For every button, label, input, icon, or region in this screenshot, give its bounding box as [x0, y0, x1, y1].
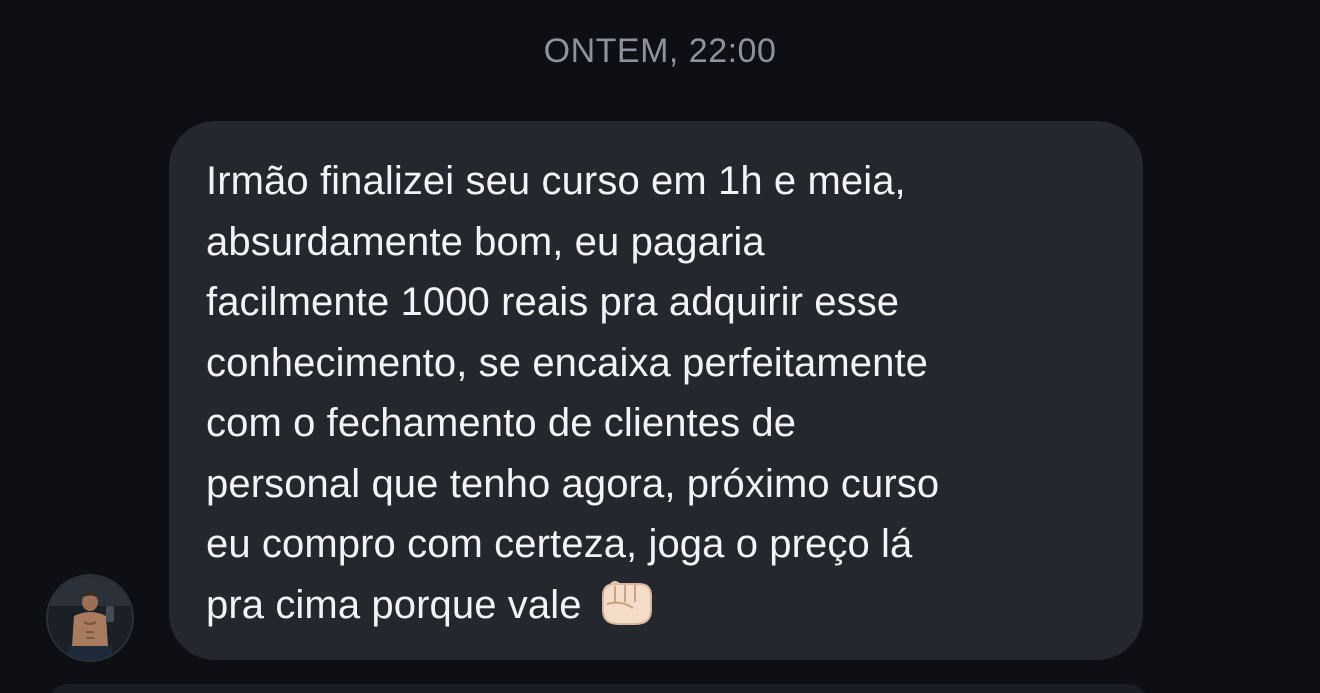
message-line: pra cima porque vale	[206, 582, 582, 627]
message-line: conhecimento, se encaixa perfeitamente	[206, 340, 929, 385]
message-line: com o fechamento de clientes de	[206, 401, 797, 445]
avatar-photo-icon	[48, 576, 132, 660]
message-line: eu compro com certeza, joga o preço lá	[206, 522, 913, 566]
next-message-bubble[interactable]	[48, 684, 1148, 693]
incoming-message-row: Irmão finalizei seu curso em 1h e meia, a…	[0, 0, 1320, 693]
fist-icon	[597, 578, 655, 628]
sender-avatar[interactable]	[48, 576, 132, 660]
message-bubble[interactable]: Irmão finalizei seu curso em 1h e meia, a…	[169, 121, 1143, 660]
message-text: Irmão finalizei seu curso em 1h e meia, a…	[206, 151, 1113, 635]
message-line: facilmente 1000 reais pra adquirir esse	[206, 280, 900, 324]
message-line: absurdamente bom, eu pagaria	[206, 219, 765, 264]
message-line: Irmão finalizei seu curso em 1h e meia,	[206, 159, 906, 203]
message-line: personal que tenho agora, próximo curso	[206, 461, 940, 506]
